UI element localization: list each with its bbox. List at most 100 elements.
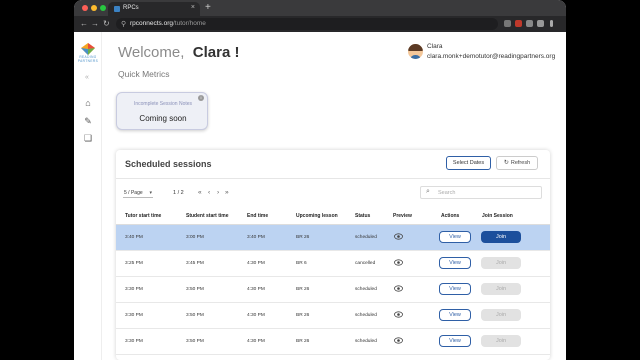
preview-eye-icon[interactable] <box>394 259 403 266</box>
tab-title: RPCs <box>123 5 139 11</box>
collapse-sidebar-icon[interactable]: « <box>85 74 89 81</box>
extension-icon[interactable] <box>515 20 522 27</box>
edit-note-icon[interactable]: ✎ <box>83 116 93 126</box>
first-page-icon[interactable]: « <box>198 189 202 196</box>
profile-icon[interactable] <box>537 20 544 27</box>
next-page-icon[interactable]: › <box>217 189 219 196</box>
join-button[interactable]: Join <box>481 283 521 295</box>
prev-page-icon[interactable]: ‹ <box>208 189 210 196</box>
url-text: rpconnects.org/tutor/home <box>130 20 206 27</box>
quick-metrics-title: Quick Metrics <box>118 69 170 79</box>
table-cell-student-start: 3:45 PM <box>186 261 204 266</box>
site-info-icon[interactable]: ⚲ <box>121 20 126 28</box>
sessions-title: Scheduled sessions <box>125 159 212 169</box>
join-button[interactable]: Join <box>481 335 521 347</box>
divider <box>116 178 550 179</box>
view-button[interactable]: View <box>439 335 471 347</box>
refresh-icon: ↻ <box>503 160 509 166</box>
column-header: Student start time <box>186 213 229 219</box>
table-cell-lesson: BR 26 <box>296 235 310 240</box>
forward-icon[interactable]: → <box>91 19 99 28</box>
preview-eye-icon[interactable] <box>394 285 403 292</box>
refresh-label: Refresh <box>510 160 531 166</box>
extension-icon[interactable] <box>504 20 511 27</box>
tab-bar: RPCs × + <box>74 0 566 16</box>
table-cell-status: scheduled <box>355 313 377 318</box>
table-cell-student-start: 3:50 PM <box>186 313 204 318</box>
favicon-icon <box>114 6 120 12</box>
home-icon[interactable]: ⌂ <box>83 98 93 108</box>
reading-partners-logo <box>81 43 95 55</box>
table-cell-tutor-start: 3:30 PM <box>125 313 143 318</box>
view-button[interactable]: View <box>439 283 471 295</box>
page-size-select[interactable]: 5 / Page ▾ <box>123 188 153 198</box>
table-cell-student-start: 3:00 PM <box>186 235 204 240</box>
table-cell-lesson: BR 6 <box>296 261 307 266</box>
reload-icon[interactable]: ↻ <box>103 19 110 28</box>
table-cell-status: cancelled <box>355 261 376 266</box>
preview-eye-icon[interactable] <box>394 337 403 344</box>
column-header: Actions <box>441 213 460 219</box>
window-minimize-button[interactable] <box>91 5 97 11</box>
view-button[interactable]: View <box>439 309 471 321</box>
table-row[interactable]: 3:25 PM 3:45 PM 4:30 PM BR 6 cancelled View Jo… <box>116 251 550 277</box>
view-button[interactable]: View <box>439 257 471 269</box>
window-close-button[interactable] <box>82 5 88 11</box>
avatar[interactable] <box>408 44 423 59</box>
user-email: clara.monk+demotutor@readingpartners.org <box>427 53 556 60</box>
chevron-down-icon: ▾ <box>149 190 152 196</box>
page-indicator: 1 / 2 <box>173 190 184 196</box>
table-cell-tutor-start: 3:30 PM <box>125 287 143 292</box>
search-input[interactable] <box>438 189 538 197</box>
table-cell-status: scheduled <box>355 287 377 292</box>
user-first-name: Clara ! <box>192 44 240 61</box>
tab-close-icon[interactable]: × <box>191 4 195 11</box>
incomplete-notes-card[interactable]: i Incomplete Session Notes Coming soon <box>116 92 208 130</box>
table-row[interactable]: 3:30 PM 3:50 PM 4:30 PM BR 26 scheduled View J… <box>116 329 550 355</box>
table-row[interactable]: 3:40 PM 3:00 PM 3:40 PM BR 26 scheduled View J… <box>116 225 550 251</box>
address-bar[interactable]: ⚲ rpconnects.org/tutor/home <box>116 18 498 30</box>
table-row[interactable]: 3:30 PM 3:50 PM 4:30 PM BR 26 scheduled View J… <box>116 277 550 303</box>
url-host: rpconnects.org <box>130 20 173 27</box>
join-button[interactable]: Join <box>481 257 521 269</box>
search-box[interactable]: ⌕ <box>420 186 542 199</box>
table-cell-end: 3:40 PM <box>247 235 265 240</box>
avatar-hair <box>408 44 423 51</box>
column-header: End time <box>247 213 269 219</box>
preview-eye-icon[interactable] <box>394 233 403 240</box>
preview-eye-icon[interactable] <box>394 311 403 318</box>
scheduled-sessions-panel: Scheduled sessions Select Dates ↻ Refresh… <box>116 150 550 360</box>
browser-toolbar: ← → ↻ ⚲ rpconnects.org/tutor/home <box>74 16 566 32</box>
browser-tab[interactable]: RPCs × <box>108 2 200 16</box>
table-cell-student-start: 3:50 PM <box>186 287 204 292</box>
table-cell-tutor-start: 3:40 PM <box>125 235 143 240</box>
column-header: Tutor start time <box>125 213 162 219</box>
view-button[interactable]: View <box>439 231 471 243</box>
join-button[interactable]: Join <box>481 231 521 243</box>
new-tab-button[interactable]: + <box>205 2 211 13</box>
table-cell-status: scheduled <box>355 339 377 344</box>
metric-value: Coming soon <box>139 114 187 123</box>
table-row[interactable]: 3:30 PM 3:50 PM 4:30 PM BR 26 scheduled View J… <box>116 303 550 329</box>
book-icon[interactable]: ❏ <box>83 133 93 143</box>
more-menu-icon[interactable] <box>550 20 553 27</box>
column-header: Join Session <box>482 213 513 219</box>
table-cell-end: 4:30 PM <box>247 261 265 266</box>
table-cell-end: 4:30 PM <box>247 313 265 318</box>
table-cell-tutor-start: 3:30 PM <box>125 339 143 344</box>
table-cell-lesson: BR 26 <box>296 313 310 318</box>
table-cell-student-start: 3:50 PM <box>186 339 204 344</box>
refresh-button[interactable]: ↻ Refresh <box>496 156 538 170</box>
table-cell-end: 4:30 PM <box>247 339 265 344</box>
table-cell-lesson: BR 26 <box>296 287 310 292</box>
puzzle-icon[interactable] <box>526 20 533 27</box>
avatar-shirt <box>410 55 421 59</box>
last-page-icon[interactable]: » <box>225 189 229 196</box>
metric-label: Incomplete Session Notes <box>133 101 193 107</box>
back-icon[interactable]: ← <box>80 19 88 28</box>
column-header: Status <box>355 213 371 219</box>
url-path: /tutor/home <box>173 20 206 27</box>
select-dates-button[interactable]: Select Dates <box>446 156 491 170</box>
window-maximize-button[interactable] <box>100 5 106 11</box>
join-button[interactable]: Join <box>481 309 521 321</box>
